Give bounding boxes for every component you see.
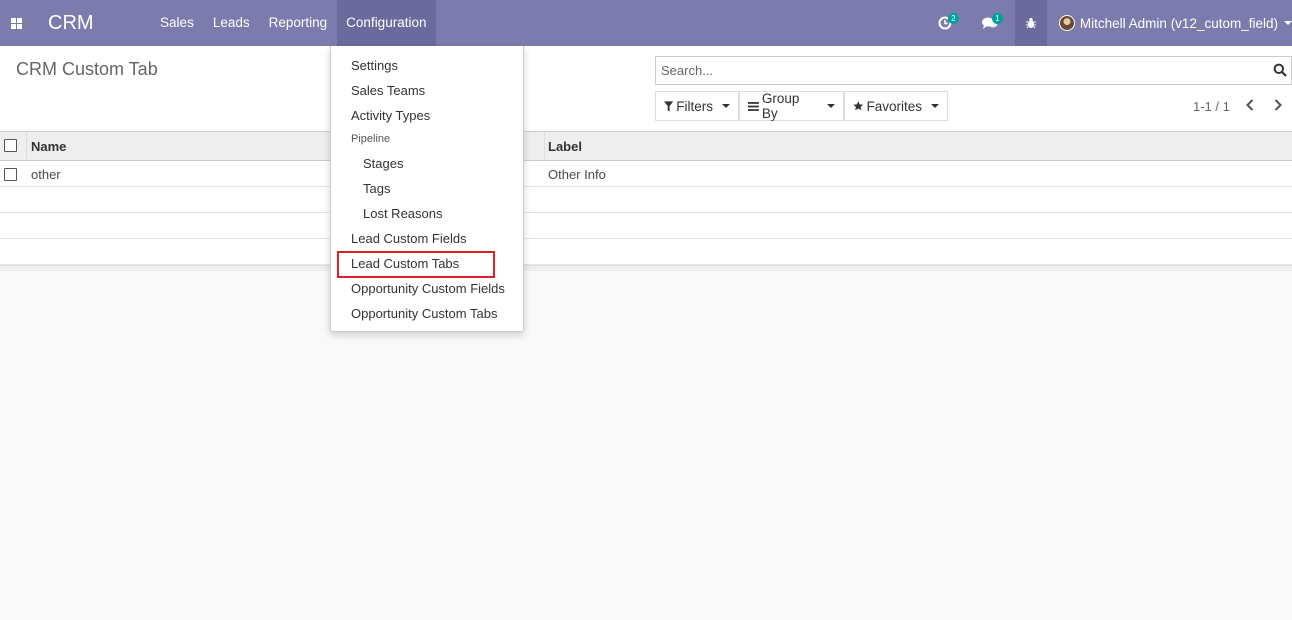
menu-item-lost-reasons[interactable]: Lost Reasons xyxy=(331,201,523,226)
systray: 2 1 Mitchell Admin (v12_cutom_field) xyxy=(921,0,1292,46)
table-header: Name Label xyxy=(0,132,1292,161)
table-footer xyxy=(0,265,1292,271)
menu-header-pipeline: Pipeline xyxy=(351,133,391,145)
messages-count-badge: 1 xyxy=(991,13,1003,24)
empty-row xyxy=(0,213,1292,239)
column-header-label[interactable]: Label xyxy=(548,139,582,154)
list-view: Name Label other Other Info xyxy=(0,132,1292,271)
highlight-box xyxy=(337,251,495,278)
search-bar xyxy=(655,56,1292,85)
menu-item-activity-types[interactable]: Activity Types xyxy=(331,103,523,128)
activity-button[interactable]: 2 xyxy=(921,0,969,46)
menu-item-settings[interactable]: Settings xyxy=(331,53,523,78)
pager-value[interactable]: 1-1 / 1 xyxy=(1193,99,1230,114)
chevron-down-icon xyxy=(1284,21,1292,25)
group-by-button[interactable]: Group By xyxy=(739,91,844,121)
bug-icon xyxy=(1025,17,1036,29)
menu-item-tags[interactable]: Tags xyxy=(331,176,523,201)
menu-item-lead-custom-tabs[interactable]: Lead Custom Tabs xyxy=(331,251,523,278)
favorites-button[interactable]: Favorites xyxy=(844,91,948,121)
empty-row xyxy=(0,239,1292,265)
activity-count-badge: 2 xyxy=(947,13,959,24)
table-row[interactable]: other Other Info xyxy=(0,161,1292,187)
configuration-dropdown: Settings Sales Teams Activity Types Pipe… xyxy=(330,46,524,332)
favorites-label: Favorites xyxy=(866,98,922,114)
column-header-name[interactable]: Name xyxy=(31,139,66,154)
menu-sales[interactable]: Sales xyxy=(151,0,204,46)
debug-button[interactable] xyxy=(1014,0,1047,46)
group-by-label: Group By xyxy=(761,91,800,121)
chevron-down-icon xyxy=(827,104,835,108)
user-name: Mitchell Admin (v12_cutom_field) xyxy=(1079,15,1278,31)
cell-label: Other Info xyxy=(548,167,606,182)
top-navbar: CRM Sales Leads Reporting Configuration … xyxy=(0,0,1292,46)
select-all-checkbox[interactable] xyxy=(4,139,17,152)
star-icon xyxy=(853,101,864,111)
pager-previous-button[interactable] xyxy=(1243,97,1257,113)
user-menu[interactable]: Mitchell Admin (v12_cutom_field) xyxy=(1058,0,1292,46)
filters-label: Filters xyxy=(676,98,713,114)
messages-button[interactable]: 1 xyxy=(969,0,1011,46)
cell-name: other xyxy=(31,167,61,182)
search-input[interactable] xyxy=(656,57,1256,84)
pager-next-button[interactable] xyxy=(1271,97,1285,113)
filter-icon xyxy=(664,100,674,112)
bars-icon xyxy=(748,101,759,111)
chevron-down-icon xyxy=(722,104,730,108)
grid-icon xyxy=(10,17,22,29)
avatar xyxy=(1058,15,1075,31)
chevron-down-icon xyxy=(931,104,939,108)
filters-button[interactable]: Filters xyxy=(655,91,739,121)
menu-item-lead-custom-fields[interactable]: Lead Custom Fields xyxy=(331,226,523,251)
menu-leads[interactable]: Leads xyxy=(203,0,259,46)
page-title: CRM Custom Tab xyxy=(16,59,158,79)
app-brand[interactable]: CRM xyxy=(32,0,110,46)
menu-item-opportunity-custom-fields[interactable]: Opportunity Custom Fields xyxy=(331,276,523,301)
chevron-right-icon xyxy=(1274,99,1282,111)
search-icon[interactable] xyxy=(1273,63,1287,77)
row-checkbox[interactable] xyxy=(4,168,17,181)
empty-row xyxy=(0,187,1292,213)
menu-item-opportunity-custom-tabs[interactable]: Opportunity Custom Tabs xyxy=(331,301,523,326)
chevron-left-icon xyxy=(1246,99,1254,111)
menu-item-stages[interactable]: Stages xyxy=(331,151,523,176)
control-panel: CRM Custom Tab Filters Group By Favorite… xyxy=(0,46,1292,132)
apps-menu-button[interactable] xyxy=(0,0,32,46)
menu-reporting[interactable]: Reporting xyxy=(259,0,337,46)
main-menu: Sales Leads Reporting Configuration xyxy=(151,0,436,46)
menu-configuration[interactable]: Configuration xyxy=(336,0,436,46)
select-all-cell xyxy=(0,132,27,160)
menu-item-sales-teams[interactable]: Sales Teams xyxy=(331,78,523,103)
